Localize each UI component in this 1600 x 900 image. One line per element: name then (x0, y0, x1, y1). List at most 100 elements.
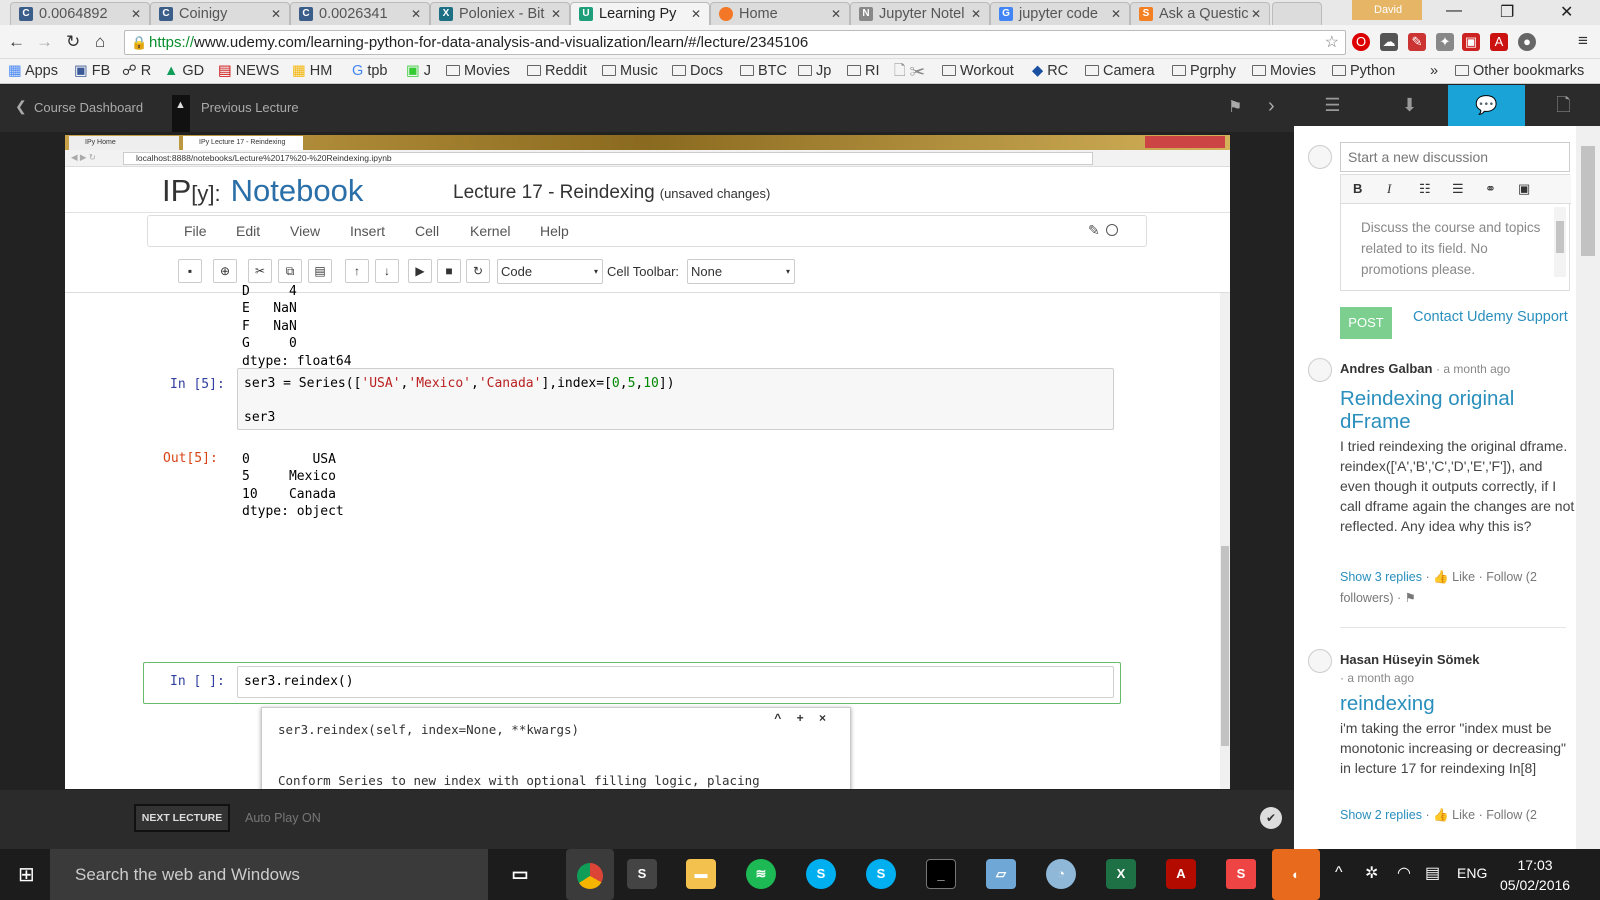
user-profile-badge[interactable]: David (1352, 0, 1422, 20)
bookmark-rc[interactable]: ◆ RC (1032, 61, 1068, 81)
sidebar-scrollbar[interactable] (1576, 126, 1600, 849)
scrollbar-thumb[interactable] (1221, 546, 1229, 746)
bookmark-folder[interactable]: Pgrphy (1172, 61, 1236, 81)
scrollbar-thumb[interactable] (1581, 146, 1595, 256)
browser-tab[interactable]: S Ask a Questic ✕ (1130, 2, 1270, 25)
lecture-video[interactable]: IPy Home IPy Lecture 17 - Reindexing ◀ ▶… (65, 135, 1230, 789)
language-indicator[interactable]: ENG (1457, 865, 1487, 881)
spotify-icon[interactable]: ≋ (746, 859, 776, 889)
task-view-icon[interactable]: ▭ (505, 859, 535, 889)
close-icon[interactable]: ✕ (271, 3, 281, 25)
home-icon[interactable]: ⌂ (95, 32, 105, 52)
bookmark-fb[interactable]: ▣ FB (74, 61, 110, 81)
forward-arrow-icon[interactable]: → (36, 32, 53, 52)
editor-scrollbar[interactable] (1554, 207, 1566, 277)
close-icon[interactable]: ✕ (411, 3, 421, 25)
menu-view[interactable]: View (290, 223, 320, 239)
star-icon[interactable]: ☆ (1325, 31, 1339, 54)
menu-file[interactable]: File (184, 223, 207, 239)
browser-tab[interactable]: Home ✕ (710, 2, 850, 25)
bold-icon[interactable]: B (1353, 181, 1362, 196)
bookmark-folder[interactable]: Jp (798, 61, 831, 81)
close-icon[interactable]: ✕ (971, 3, 981, 25)
bookmark-apps[interactable]: ▦ Apps (8, 61, 58, 81)
active-code-input[interactable]: ser3.reindex() (237, 666, 1114, 698)
new-tab-button[interactable] (1272, 2, 1322, 25)
contact-support-link[interactable]: Contact Udemy Support (1413, 309, 1568, 325)
discussion-editor[interactable]: B I ☷ ☰ ⚭ ▣ Discuss the course and topic… (1340, 174, 1571, 291)
new-discussion-input[interactable]: Start a new discussion (1340, 142, 1570, 172)
author-name[interactable]: Andres Galban (1340, 361, 1432, 376)
move-up-icon[interactable]: ↑ (345, 259, 369, 283)
restart-icon[interactable]: ↻ (466, 259, 490, 283)
menu-kernel[interactable]: Kernel (470, 223, 510, 239)
close-icon[interactable]: ✕ (551, 3, 561, 25)
notebook-cells[interactable]: D 4E NaN F NaN G 0 dtype: float64 In [5]: s… (65, 284, 1230, 789)
follow-button[interactable]: Follow (2 (1486, 808, 1537, 822)
browser-tab[interactable]: C 0.0026341 ✕ (290, 2, 430, 25)
bookmark-folder[interactable]: Music (602, 61, 658, 81)
taskbar-clock[interactable]: 17:03 05/02/2016 (1500, 855, 1570, 895)
taskbar-search[interactable]: Search the web and Windows (50, 849, 488, 900)
skype-icon[interactable]: S (866, 859, 896, 889)
stop-icon[interactable]: ■ (437, 259, 461, 283)
course-dashboard-link[interactable]: Course Dashboard (34, 100, 143, 115)
bookmark-folder[interactable]: BTC (740, 61, 787, 81)
paint-icon[interactable]: ◔ (1046, 859, 1076, 889)
next-lecture-button[interactable]: NEXT LECTURE (134, 804, 230, 832)
browser-tab[interactable]: X Poloniex - Bit ✕ (430, 2, 570, 25)
cell-toolbar-select[interactable]: None ▾ (687, 259, 795, 284)
like-button[interactable]: Like (1452, 808, 1475, 822)
bookmark-r[interactable]: ☍ R (122, 61, 151, 81)
show-replies-link[interactable]: Show 3 replies (1340, 570, 1422, 584)
scrollbar-thumb[interactable] (1556, 221, 1564, 253)
chevron-up-icon[interactable]: ^ (1335, 864, 1343, 882)
save-icon[interactable]: ▪ (178, 259, 202, 283)
extension-icon[interactable]: ✦ (1436, 33, 1454, 51)
browser-tab-active[interactable]: U Learning Py ✕ (570, 2, 710, 25)
copy-icon[interactable]: ⧉ (278, 259, 302, 283)
bookmark-news[interactable]: ▤ NEWS (218, 61, 279, 81)
bookmark-folder[interactable]: Python (1332, 61, 1395, 81)
menu-icon[interactable]: ≡ (1578, 31, 1588, 51)
bookmark-j[interactable]: ▣ J (406, 61, 431, 81)
notebook-title[interactable]: Lecture 17 - Reindexing (unsaved changes) (453, 182, 770, 204)
extension-icon[interactable]: ▣ (1462, 33, 1480, 51)
notes-icon[interactable]: 🗋 (1525, 85, 1600, 126)
flag-icon[interactable]: ⚑ (1228, 97, 1242, 117)
auto-play-toggle[interactable]: Auto Play ON (245, 811, 321, 825)
move-down-icon[interactable]: ↓ (375, 259, 399, 283)
curriculum-list-icon[interactable]: ☰ (1294, 85, 1371, 126)
post-title[interactable]: Reindexing original dFrame (1340, 387, 1576, 433)
link-icon[interactable]: ⚭ (1485, 181, 1496, 197)
maximize-icon[interactable]: ❐ (1500, 2, 1514, 22)
ordered-list-icon[interactable]: ☷ (1419, 181, 1431, 197)
acrobat-icon[interactable]: A (1166, 859, 1196, 889)
post-title[interactable]: reindexing (1340, 692, 1576, 715)
notepad-icon[interactable]: ▱ (986, 859, 1016, 889)
notebook-scrollbar[interactable] (1220, 293, 1230, 789)
windows-start-icon[interactable]: ⊞ (18, 862, 35, 887)
post-button[interactable]: POST (1340, 307, 1392, 339)
menu-insert[interactable]: Insert (350, 223, 385, 239)
extension-icon[interactable]: ✎ (1408, 33, 1426, 51)
close-icon[interactable]: ✕ (131, 3, 141, 25)
image-icon[interactable]: ▣ (1518, 181, 1530, 197)
bookmark-tpb[interactable]: G tpb (352, 61, 387, 81)
reload-icon[interactable]: ↻ (66, 32, 80, 52)
close-window-icon[interactable]: ✕ (1560, 2, 1573, 22)
insert-cell-icon[interactable]: ⊕ (213, 259, 237, 283)
url-input[interactable]: 🔒 https://www.udemy.com/learning-python-… (124, 30, 1346, 55)
unordered-list-icon[interactable]: ☰ (1452, 181, 1464, 197)
close-icon[interactable]: ✕ (1111, 3, 1121, 25)
menu-help[interactable]: Help (540, 223, 569, 239)
menu-cell[interactable]: Cell (415, 223, 439, 239)
minimize-icon[interactable]: — (1446, 2, 1462, 20)
close-icon[interactable]: ✕ (831, 3, 841, 25)
bookmark-hm[interactable]: ▦ HM (292, 61, 332, 81)
opera-icon[interactable]: O (1352, 33, 1370, 51)
tooltip-controls[interactable]: ^ + × (774, 711, 832, 725)
file-explorer-icon[interactable]: ▬ (686, 859, 716, 889)
show-replies-link[interactable]: Show 2 replies (1340, 808, 1422, 822)
skype-icon[interactable]: S (806, 859, 836, 889)
